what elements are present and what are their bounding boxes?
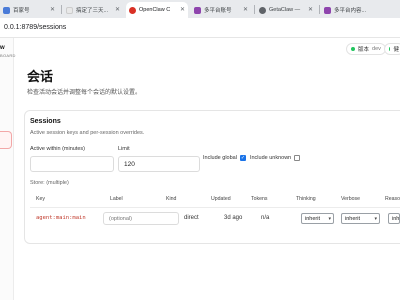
include-global-label: Include global bbox=[203, 155, 237, 161]
tab-favicon-icon bbox=[3, 6, 10, 14]
close-tab-icon[interactable]: ✕ bbox=[180, 6, 185, 13]
session-label-input[interactable] bbox=[103, 212, 179, 225]
close-tab-icon[interactable]: ✕ bbox=[243, 6, 248, 13]
browser-tab[interactable]: 百家号 ✕ bbox=[0, 2, 58, 18]
session-updated: 3d ago bbox=[224, 215, 243, 221]
store-label: Store: (multiple) bbox=[30, 180, 69, 186]
limit-label: Limit bbox=[118, 146, 130, 152]
active-within-input[interactable] bbox=[30, 156, 114, 172]
browser-tab[interactable]: GetaClaw — ✕ bbox=[256, 2, 316, 18]
brand-name: w bbox=[0, 45, 5, 51]
tab-label: OpenClaw C bbox=[139, 7, 171, 13]
browser-tab-strip: 百家号 ✕ 搞定了三天... ✕ OpenClaw C ✕ 多平台账号 ✕ Ge… bbox=[0, 0, 400, 18]
chevron-down-icon: ▾ bbox=[328, 216, 331, 222]
page-subtitle: 检查活动会话并调整每个会话的默认设置。 bbox=[27, 90, 142, 96]
browser-tab[interactable]: 多平台内容... bbox=[321, 2, 400, 18]
version-pill: 版本 dev bbox=[346, 43, 386, 55]
health-pill: 健 bbox=[384, 43, 400, 55]
session-key[interactable]: agent:main:main bbox=[36, 215, 86, 221]
close-tab-icon[interactable]: ✕ bbox=[50, 6, 55, 13]
session-kind: direct bbox=[184, 215, 199, 221]
tab-favicon-icon bbox=[259, 6, 266, 14]
verbose-value: inherit bbox=[345, 215, 360, 222]
tab-label: 百家号 bbox=[13, 8, 30, 14]
include-global-toggle[interactable]: Include global ✓ Include unknown bbox=[203, 155, 304, 161]
tab-favicon-icon bbox=[194, 6, 201, 14]
sidebar bbox=[0, 38, 14, 300]
health-label: 健 bbox=[393, 47, 399, 53]
close-tab-icon[interactable]: ✕ bbox=[308, 6, 313, 13]
column-header-kind: Kind bbox=[166, 196, 177, 202]
version-label: 版本 bbox=[358, 47, 370, 53]
column-header-tokens: Tokens bbox=[251, 196, 268, 202]
column-header-label: Label bbox=[110, 196, 123, 202]
include-global-checkbox[interactable]: ✓ bbox=[239, 155, 246, 161]
tab-favicon-icon bbox=[324, 6, 331, 14]
url-text[interactable]: 0.0.1:8789/sessions bbox=[4, 24, 66, 31]
browser-tab-active[interactable]: OpenClaw C ✕ bbox=[126, 2, 188, 18]
tab-label: 多平台内容... bbox=[334, 8, 367, 14]
thinking-select[interactable]: inherit ▾ bbox=[301, 213, 334, 224]
close-tab-icon[interactable]: ✕ bbox=[115, 6, 120, 13]
tab-label: 多平台账号 bbox=[204, 8, 232, 14]
reasoning-value: inhe bbox=[392, 215, 400, 222]
address-bar[interactable]: 0.0.1:8789/sessions bbox=[0, 18, 400, 38]
session-tokens: n/a bbox=[261, 215, 270, 221]
column-header-reasoning: Reaso bbox=[385, 196, 400, 202]
browser-tab[interactable]: 多平台账号 ✕ bbox=[191, 2, 251, 18]
version-value: dev bbox=[372, 46, 381, 52]
tab-favicon-icon bbox=[66, 6, 73, 14]
sessions-subtitle: Active session keys and per-session over… bbox=[30, 130, 145, 136]
verbose-select[interactable]: inherit ▾ bbox=[341, 213, 380, 224]
limit-input[interactable]: 120 bbox=[118, 156, 200, 172]
browser-tab[interactable]: 搞定了三天... ✕ bbox=[63, 2, 123, 18]
health-dot-icon bbox=[389, 47, 391, 51]
thinking-value: inherit bbox=[305, 215, 320, 222]
include-unknown-label: Include unknown bbox=[249, 155, 292, 161]
include-unknown-checkbox[interactable] bbox=[294, 155, 301, 161]
tab-favicon-icon bbox=[129, 6, 136, 14]
tab-label: GetaClaw — bbox=[269, 7, 301, 13]
column-header-verbose: Verbose bbox=[341, 196, 361, 202]
column-header-updated: Updated bbox=[211, 196, 231, 202]
page-title: 会话 bbox=[27, 69, 54, 84]
column-header-thinking: Thinking bbox=[296, 196, 316, 202]
reasoning-select[interactable]: inhe bbox=[388, 213, 400, 224]
chevron-down-icon: ▾ bbox=[374, 216, 377, 222]
sidebar-item-sessions[interactable] bbox=[0, 131, 12, 149]
brand-subtitle: BOARD bbox=[0, 53, 16, 58]
column-header-key: Key bbox=[36, 196, 45, 202]
status-dot-icon bbox=[351, 47, 355, 51]
sessions-title: Sessions bbox=[30, 118, 61, 125]
table-header-divider bbox=[30, 207, 400, 208]
active-within-label: Active within (minutes) bbox=[30, 146, 86, 152]
tab-label: 搞定了三天... bbox=[76, 8, 109, 14]
